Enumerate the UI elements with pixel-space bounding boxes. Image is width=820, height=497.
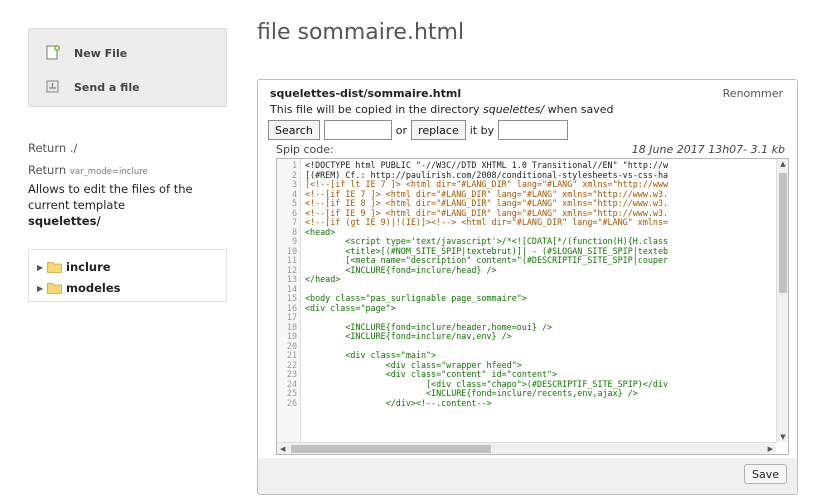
new-file-label: New File bbox=[74, 46, 128, 60]
code-line[interactable]: </div><!--.content--> bbox=[305, 398, 492, 409]
expand-arrow-icon[interactable]: ▶ bbox=[37, 263, 47, 272]
search-button[interactable]: Search bbox=[268, 120, 320, 140]
horizontal-scrollbar[interactable]: ◀ ▶ bbox=[277, 442, 776, 454]
rename-link[interactable]: Renommer bbox=[723, 87, 783, 100]
return-label: Return bbox=[28, 163, 67, 177]
copy-note-prefix: This file will be copied in the director… bbox=[270, 103, 483, 116]
editor-panel: squelettes-dist/sommaire.html Renommer T… bbox=[257, 79, 798, 495]
horizontal-scroll-thumb[interactable] bbox=[291, 445, 491, 453]
return-param: var_mode=inclure bbox=[69, 167, 148, 177]
tree-item-modeles[interactable]: ▶ modeles bbox=[37, 281, 121, 295]
code-editor[interactable]: 1 <!DOCTYPE html PUBLIC "-//W3C//DTD XHTM… bbox=[276, 158, 789, 455]
tree-item-label: inclure bbox=[66, 260, 111, 274]
by-label: it by bbox=[469, 123, 495, 137]
send-file-label: Send a file bbox=[74, 80, 140, 94]
template-dir: squelettes/ bbox=[28, 214, 101, 228]
file-path: squelettes-dist/sommaire.html bbox=[270, 87, 462, 100]
scroll-down-icon[interactable]: ▼ bbox=[777, 433, 788, 441]
code-line[interactable]: <!--[if (gt IE 9)|!(IE)]><!--> <html dir… bbox=[305, 217, 668, 228]
actions-box: New File Send a file bbox=[28, 28, 227, 107]
line-number: 26 bbox=[286, 397, 297, 408]
code-line[interactable]: <div class="page"> bbox=[305, 303, 396, 314]
folder-icon bbox=[47, 262, 62, 273]
code-line[interactable]: <INCLURE{fond=inclure/nav,env} /> bbox=[305, 331, 511, 342]
search-replace-row: Search or replace it by bbox=[268, 120, 569, 140]
new-file-icon bbox=[44, 45, 62, 61]
new-file-button[interactable]: New File bbox=[44, 45, 127, 61]
replace-button[interactable]: replace bbox=[411, 120, 466, 140]
scroll-right-icon[interactable]: ▶ bbox=[768, 443, 773, 454]
search-input[interactable] bbox=[323, 120, 392, 140]
page-title: file sommaire.html bbox=[257, 20, 465, 45]
code-label: Spip code: bbox=[276, 143, 334, 156]
folder-icon bbox=[47, 283, 62, 294]
return-var-mode-link[interactable]: Return var_mode=inclure bbox=[28, 163, 148, 177]
editor-panel-body: squelettes-dist/sommaire.html Renommer T… bbox=[258, 80, 797, 458]
send-file-button[interactable]: Send a file bbox=[44, 79, 140, 95]
scroll-up-icon[interactable]: ▲ bbox=[777, 160, 788, 168]
save-button[interactable]: Save bbox=[743, 464, 787, 484]
upload-icon bbox=[44, 79, 62, 95]
tree-item-inclure[interactable]: ▶ inclure bbox=[37, 260, 111, 274]
description-text: Allows to edit the files of the current … bbox=[28, 182, 193, 212]
expand-arrow-icon[interactable]: ▶ bbox=[37, 284, 47, 293]
copy-note-dir: squelettes/ bbox=[482, 103, 545, 116]
copy-note-suffix: when saved bbox=[544, 103, 614, 116]
file-meta: 18 June 2017 13h07- 3.1 kb bbox=[631, 143, 785, 156]
replace-input[interactable] bbox=[498, 120, 569, 140]
vertical-scroll-thumb[interactable] bbox=[779, 173, 787, 293]
scroll-left-icon[interactable]: ◀ bbox=[280, 443, 285, 454]
return-link[interactable]: Return ./ bbox=[28, 141, 77, 155]
or-label: or bbox=[395, 123, 408, 137]
code-line[interactable]: </head> bbox=[305, 274, 340, 285]
copy-note: This file will be copied in the director… bbox=[270, 103, 614, 116]
vertical-scrollbar[interactable]: ▲ ▼ bbox=[776, 159, 788, 442]
tree-item-label: modeles bbox=[66, 281, 121, 295]
template-description: Allows to edit the files of the current … bbox=[28, 181, 228, 229]
folder-tree: ▶ inclure ▶ modeles bbox=[28, 249, 227, 302]
